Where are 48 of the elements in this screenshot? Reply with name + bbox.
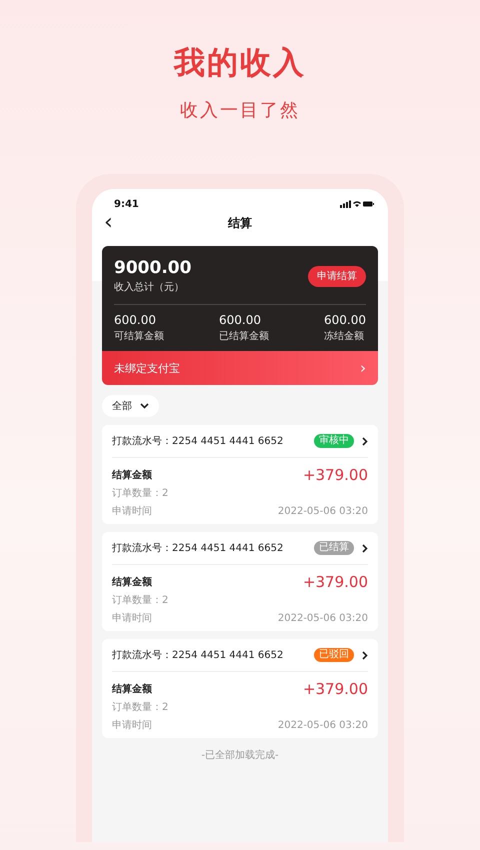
alipay-bind-label: 未绑定支付宝 (114, 360, 180, 376)
stat-value: 600.00 (324, 313, 366, 327)
settlement-card[interactable]: 打款流水号：2254 4451 4441 6652 审核中 结算金额 +379.00 订单数量：2 申请时间 2022-05-06 03:20 (102, 425, 378, 524)
headline-title: 我的收入 (174, 44, 306, 83)
stat-label: 已结算金额 (219, 330, 269, 343)
settlement-card[interactable]: 打款流水号：2254 4451 4441 6652 已结算 结算金额 +379.00 订单数量：2 申请时间 2022-05-06 03:20 (102, 532, 378, 631)
status-icons (340, 200, 374, 208)
time-label: 申请时间 (112, 504, 152, 518)
apply-settlement-button[interactable]: 申请结算 (308, 266, 366, 286)
stat-value: 600.00 (114, 313, 157, 327)
chevron-icon (362, 436, 368, 446)
headline-subtitle: 收入一目了然 (180, 99, 300, 122)
time-label: 申请时间 (112, 718, 152, 732)
order-count: 订单数量：2 (112, 486, 168, 500)
stat-value: 600.00 (219, 313, 262, 327)
back-button[interactable]: ‹ (104, 213, 144, 233)
caret-icon (140, 403, 149, 409)
total-label: 收入总计（元） (114, 280, 185, 294)
amount-label: 结算金额 (112, 468, 152, 482)
apply-time: 2022-05-06 03:20 (278, 720, 368, 730)
filter-dropdown[interactable]: 全部 (102, 395, 159, 417)
amount-value: +379.00 (302, 573, 368, 591)
status-badge: 已驳回 (314, 648, 354, 662)
stat-label: 可结算金额 (114, 330, 164, 343)
alipay-bind-bar[interactable]: 未绑定支付宝 › (102, 351, 378, 385)
order-count: 订单数量：2 (112, 700, 168, 714)
settlement-card[interactable]: 打款流水号：2254 4451 4441 6652 已驳回 结算金额 +379.00 订单数量：2 申请时间 2022-05-06 03:20 (102, 639, 378, 738)
stat-label: 冻结金额 (324, 330, 365, 343)
status-badge: 已结算 (314, 541, 354, 555)
total-amount: 9000.00 (114, 258, 192, 278)
end-of-list-text: -已全部加载完成- (200, 748, 280, 762)
order-count: 订单数量：2 (112, 594, 168, 607)
amount-value: +379.00 (302, 680, 368, 698)
chevron-icon: › (360, 359, 366, 377)
chevron-icon (362, 650, 368, 660)
serial-number: 打款流水号：2254 4451 4441 6652 (112, 648, 284, 662)
page-title: 结算 (226, 214, 253, 232)
serial-number: 打款流水号：2254 4451 4441 6652 (112, 542, 284, 555)
chevron-icon (362, 544, 368, 552)
status-badge: 审核中 (314, 434, 354, 448)
apply-time: 2022-05-06 03:20 (278, 612, 368, 624)
status-time: 9:41 (114, 198, 139, 210)
apply-time: 2022-05-06 03:20 (278, 506, 368, 516)
amount-value: +379.00 (302, 466, 368, 484)
amount-label: 结算金额 (112, 682, 152, 696)
serial-number: 打款流水号：2254 4451 4441 6652 (112, 434, 284, 448)
time-label: 申请时间 (112, 612, 152, 625)
amount-label: 结算金额 (112, 575, 152, 589)
